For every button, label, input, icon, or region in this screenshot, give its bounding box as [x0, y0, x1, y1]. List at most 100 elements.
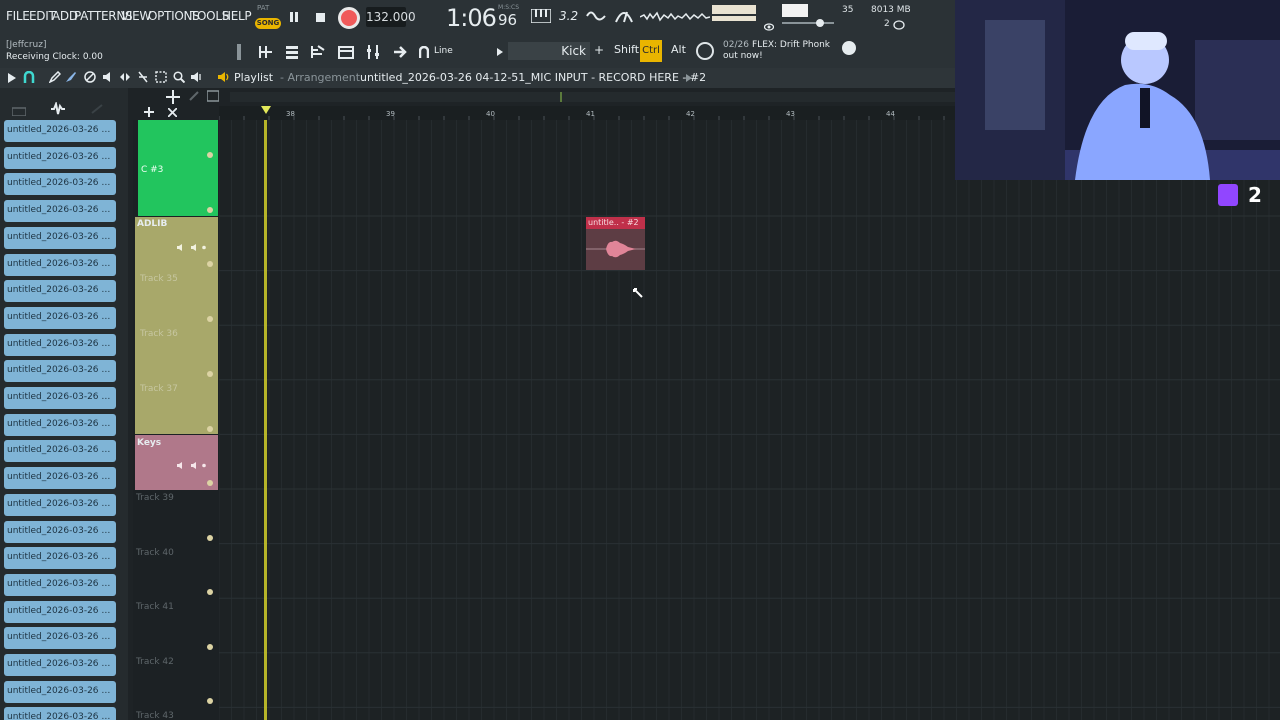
paint-brush-icon[interactable] [65, 71, 77, 83]
play-arrow-icon[interactable] [8, 73, 16, 83]
track-led[interactable] [207, 644, 213, 650]
menu-file[interactable]: FILE [6, 9, 30, 23]
browser-clip-item[interactable]: untitled_2026-03-26 04-... [4, 547, 116, 570]
magnet-snap-icon[interactable] [23, 71, 35, 83]
browser-clip-item[interactable]: untitled_2026-03-26 04-... [4, 360, 116, 383]
browser-clip-item[interactable]: untitled_2026-03-26 04-... [4, 306, 116, 329]
audio-clip[interactable] [586, 229, 645, 270]
mute-icon[interactable] [102, 71, 114, 83]
pattern-select[interactable]: Kick [508, 42, 590, 60]
menu-help[interactable]: HELP [222, 9, 252, 23]
move-icon[interactable] [166, 90, 180, 104]
record-button[interactable] [338, 7, 360, 29]
pattern-prev-icon[interactable] [497, 48, 503, 56]
browser-clip-item[interactable]: untitled_2026-03-26 04-... [4, 440, 116, 463]
eye-icon[interactable] [764, 22, 774, 32]
track-name-43: Track 43 [136, 711, 174, 720]
link-chain-icon[interactable] [188, 90, 200, 102]
playhead-marker-icon[interactable] [261, 106, 271, 114]
channel-rack-icon[interactable] [365, 44, 381, 60]
audio-clip-header[interactable]: untitle.. - #2 [586, 217, 645, 229]
browser-clip-item[interactable]: untitled_2026-03-26 04-... [4, 333, 116, 356]
playhead[interactable] [264, 120, 267, 720]
stop-button[interactable] [316, 13, 325, 22]
close-icon[interactable] [168, 108, 177, 117]
news-headline-line2[interactable]: out now! [723, 51, 763, 61]
browser-clip-item[interactable]: untitled_2026-03-26 04-... [4, 120, 116, 142]
news-headline[interactable]: FLEX: Drift Phonk [752, 40, 830, 50]
browser-waveform-icon[interactable] [50, 102, 66, 116]
pause-icon[interactable] [288, 11, 300, 23]
mixer-grid-icon[interactable] [284, 44, 300, 60]
pencil-icon[interactable] [49, 71, 61, 83]
browser-clip-item[interactable]: untitled_2026-03-26 04-... [4, 654, 116, 676]
speaker-yellow-icon[interactable] [217, 71, 229, 83]
browser-clip-item[interactable]: untitled_2026-03-26 04-... [4, 146, 116, 169]
pat-mode-label[interactable]: PAT [257, 4, 269, 12]
piano-roll-icon[interactable] [310, 44, 326, 60]
zoom-icon[interactable] [173, 71, 185, 83]
track-led[interactable] [207, 698, 213, 704]
playlist-grid[interactable] [219, 120, 1280, 720]
browser-clip-item[interactable]: untitled_2026-03-26 04-... [4, 573, 116, 596]
title-arrow-icon[interactable] [686, 74, 692, 82]
browser-clip-item[interactable]: untitled_2026-03-26 04-... [4, 627, 116, 650]
track-led[interactable] [207, 426, 213, 432]
snap-step-value[interactable]: 3.2 [559, 9, 578, 23]
track-led[interactable] [207, 480, 213, 486]
arrange-view-icon[interactable] [258, 44, 274, 60]
add-track-icon[interactable] [144, 107, 154, 117]
playback-speaker-icon[interactable] [190, 71, 202, 83]
plugin-manager-icon[interactable] [842, 41, 856, 55]
track-name-adlib: ADLIB [137, 219, 168, 229]
wave-icon[interactable] [586, 9, 606, 23]
track-led[interactable] [207, 152, 213, 158]
delete-icon[interactable] [84, 71, 96, 83]
browser-list-icon[interactable] [12, 104, 26, 116]
wrench-icon[interactable] [234, 44, 244, 60]
browser-clip-item[interactable]: untitled_2026-03-26 04-... [4, 413, 116, 436]
browser-clip-item[interactable]: untitled_2026-03-26 04-... [4, 200, 116, 223]
news-speech-icon[interactable] [696, 42, 714, 60]
overview-strip[interactable] [230, 92, 955, 102]
browser-clip-item[interactable]: untitled_2026-03-26 04-... [4, 387, 116, 409]
browser-clip-item[interactable]: untitled_2026-03-26 04-... [4, 493, 116, 516]
keys-mute-solo-icon[interactable] [176, 461, 206, 470]
browser-clip-item[interactable]: untitled_2026-03-26 04-... [4, 467, 116, 490]
master-volume-slider[interactable] [782, 22, 834, 24]
master-volume-knob[interactable] [816, 19, 824, 27]
slice-icon[interactable] [137, 71, 149, 83]
playlist-selected-pattern[interactable]: untitled_2026-03-26 04-12-51_MIC INPUT -… [360, 71, 706, 84]
menu-view[interactable]: VIEW [121, 9, 151, 23]
poly-knob-icon[interactable] [893, 20, 905, 30]
browser-clip-item[interactable]: untitled_2026-03-26 04-... [4, 520, 116, 543]
adlib-mute-solo-icon[interactable] [176, 243, 206, 252]
browser-clip-item[interactable]: untitled_2026-03-26 04-... [4, 280, 116, 303]
select-icon[interactable] [155, 71, 167, 83]
browser-clip-item[interactable]: untitled_2026-03-26 04-... [4, 707, 116, 720]
arrow-right-icon[interactable] [392, 44, 408, 60]
browser-clip-item[interactable]: untitled_2026-03-26 04-... [4, 253, 116, 276]
slip-icon[interactable] [119, 71, 131, 83]
track-led[interactable] [207, 207, 213, 213]
track-led[interactable] [207, 535, 213, 541]
track-led[interactable] [207, 589, 213, 595]
snap-select[interactable]: Line [418, 42, 500, 60]
tempo-display[interactable]: 132.000 [366, 7, 416, 27]
browser-clip-item[interactable]: untitled_2026-03-26 04-... [4, 173, 116, 196]
track-led[interactable] [207, 316, 213, 322]
cpu-value: 35 [842, 5, 854, 15]
browser-clip-item[interactable]: untitled_2026-03-26 04-... [4, 600, 116, 623]
add-pattern-button[interactable]: + [594, 43, 604, 57]
piano-small-icon[interactable] [207, 90, 219, 102]
browser-clip-item[interactable]: untitled_2026-03-26 04-... [4, 680, 116, 703]
track-led[interactable] [207, 261, 213, 267]
metronome-icon[interactable] [614, 8, 634, 24]
browser-icon[interactable] [338, 44, 354, 60]
browser-link-icon[interactable] [90, 103, 104, 115]
piano-icon[interactable] [531, 9, 551, 23]
track-name-42: Track 42 [136, 657, 174, 667]
song-mode-button[interactable]: SONG [255, 18, 281, 29]
browser-clip-item[interactable]: untitled_2026-03-26 04-... [4, 226, 116, 249]
track-led[interactable] [207, 371, 213, 377]
